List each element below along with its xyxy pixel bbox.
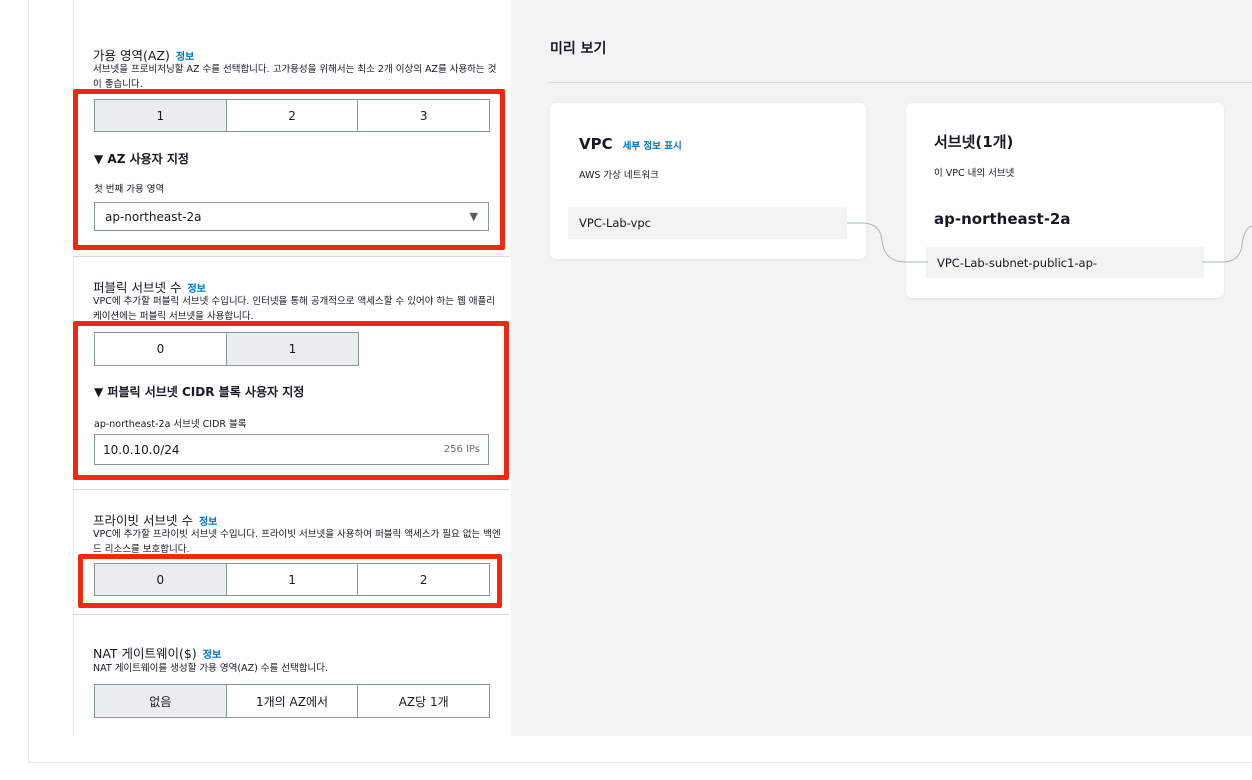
az-option-3[interactable]: 3	[358, 100, 490, 131]
public-subnet-count-selector[interactable]: 0 1	[94, 332, 359, 366]
public-subnet-option-1[interactable]: 1	[227, 333, 358, 365]
public-cidr-input[interactable]: 10.0.10.0/24 256 IPs	[94, 434, 489, 465]
az-title-text: 가용 영역(AZ)	[93, 48, 170, 63]
first-az-value: ap-northeast-2a	[105, 209, 202, 224]
public-subnets-description: VPC에 추가할 퍼블릭 서브넷 수입니다. 인터넷을 통해 공개적으로 액세스…	[93, 296, 495, 321]
public-subnets-title-text: 퍼블릭 서브넷 수	[93, 280, 182, 295]
nat-option-per-az[interactable]: AZ당 1개	[358, 685, 490, 717]
subnet-card: 서브넷(1개) 이 VPC 내의 서브넷 ap-northeast-2a VPC…	[906, 103, 1224, 298]
az-description: 서브넷을 프로비저닝할 AZ 수를 선택합니다. 고가용성을 위해서는 최소 2…	[93, 64, 497, 90]
nat-title-text: NAT 게이트웨이($)	[93, 646, 197, 661]
private-subnet-count-selector[interactable]: 0 1 2	[94, 563, 490, 596]
vpc-card-title-text: VPC	[579, 135, 613, 153]
first-az-select[interactable]: ap-northeast-2a ▼	[94, 202, 489, 231]
private-subnets-description: VPC에 추가할 프라이빗 서브넷 수입니다. 프라이빗 서브넷을 사용하여 퍼…	[93, 529, 501, 554]
vpc-item[interactable]: VPC-Lab-vpc	[568, 207, 847, 239]
section-divider	[73, 489, 510, 490]
public-subnet-option-0[interactable]: 0	[95, 333, 227, 365]
private-subnet-option-1[interactable]: 1	[226, 564, 359, 595]
subnet-card-title: 서브넷(1개)	[934, 133, 1014, 151]
az-option-1[interactable]: 1	[95, 100, 227, 131]
vpc-details-link[interactable]: 세부 정보 표시	[623, 141, 682, 152]
subnet-az-name: ap-northeast-2a	[934, 210, 1071, 228]
nat-description: NAT 게이트웨이를 생성할 가용 영역(AZ) 수를 선택합니다.	[93, 663, 329, 674]
left-gutter	[29, 0, 72, 736]
vpc-card-title: VPC 세부 정보 표시	[579, 135, 682, 153]
az-option-2[interactable]: 2	[226, 100, 359, 131]
nat-option-none[interactable]: 없음	[95, 685, 227, 717]
first-az-label: 첫 번째 가용 영역	[94, 184, 165, 195]
public-cidr-customize-toggle[interactable]: ▼ 퍼블릭 서브넷 CIDR 블록 사용자 지정	[94, 383, 304, 400]
public-cidr-value: 10.0.10.0/24	[103, 442, 180, 457]
private-subnet-option-2[interactable]: 2	[358, 564, 490, 595]
vpc-card-subtitle: AWS 가상 네트워크	[579, 170, 659, 181]
private-subnets-title-text: 프라이빗 서브넷 수	[93, 513, 193, 528]
private-subnet-option-0[interactable]: 0	[95, 564, 227, 595]
preview-title: 미리 보기	[550, 41, 607, 57]
nat-title: NAT 게이트웨이($) 정보	[93, 643, 221, 662]
nat-gateway-selector[interactable]: 없음 1개의 AZ에서 AZ당 1개	[94, 684, 490, 718]
subnet-item[interactable]: VPC-Lab-subnet-public1-ap-	[926, 247, 1204, 278]
dropdown-caret-icon: ▼	[469, 210, 478, 223]
subnet-card-subtitle: 이 VPC 내의 서브넷	[934, 168, 1015, 179]
az-customize-toggle[interactable]: ▼ AZ 사용자 지정	[94, 150, 189, 167]
nat-info-link[interactable]: 정보	[203, 650, 221, 661]
public-cidr-ip-count: 256 IPs	[443, 444, 480, 455]
section-divider	[73, 614, 510, 615]
preview-divider	[548, 82, 1252, 83]
vpc-card: VPC 세부 정보 표시 AWS 가상 네트워크 VPC-Lab-vpc	[550, 103, 866, 259]
section-divider	[73, 256, 510, 257]
nat-option-one-az[interactable]: 1개의 AZ에서	[226, 685, 359, 717]
az-count-selector[interactable]: 1 2 3	[94, 99, 490, 132]
public-cidr-label: ap-northeast-2a 서브넷 CIDR 블록	[94, 419, 247, 430]
